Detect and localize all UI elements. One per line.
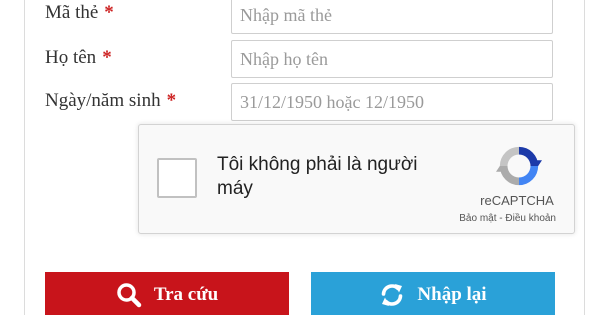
search-button-label: Tra cứu	[153, 284, 219, 305]
required-mark: *	[104, 2, 114, 23]
reset-button[interactable]: Nhập lại	[311, 272, 555, 315]
container-right-border	[584, 0, 585, 315]
required-mark: *	[166, 90, 177, 111]
recaptcha-privacy-link[interactable]: Bảo mật	[459, 213, 496, 224]
recaptcha-widget: Tôi không phải là người máy reCAPTCHA Bả…	[138, 124, 575, 234]
recaptcha-checkbox-label: Tôi không phải là người máy	[217, 154, 418, 199]
recaptcha-logo-icon	[496, 146, 542, 186]
search-icon	[117, 283, 142, 308]
required-mark: *	[102, 47, 112, 68]
full-name-label-text: Họ tên	[45, 47, 97, 68]
refresh-icon	[382, 284, 403, 306]
birth-date-label: Ngày/năm sinh *	[45, 90, 176, 112]
recaptcha-checkbox[interactable]	[157, 158, 197, 198]
card-number-label-text: Mã thẻ	[45, 2, 99, 23]
reset-button-label: Nhập lại	[417, 284, 487, 305]
search-button[interactable]: Tra cứu	[45, 272, 289, 315]
container-left-border	[24, 0, 25, 315]
birth-date-input[interactable]	[231, 83, 553, 121]
birth-date-label-text: Ngày/năm sinh	[45, 90, 161, 111]
recaptcha-brand: reCAPTCHA	[480, 193, 554, 208]
full-name-input[interactable]	[231, 40, 553, 78]
lookup-form-page: Mã thẻ* Họ tên* Ngày/năm sinh* Tôi không…	[0, 0, 600, 315]
card-number-label: Mã thẻ *	[45, 2, 114, 24]
recaptcha-terms-link[interactable]: Điều khoản	[505, 213, 556, 224]
card-number-input[interactable]	[231, 0, 553, 34]
full-name-label: Họ tên *	[45, 47, 112, 69]
recaptcha-links: Bảo mật - Điều khoản	[459, 213, 556, 224]
